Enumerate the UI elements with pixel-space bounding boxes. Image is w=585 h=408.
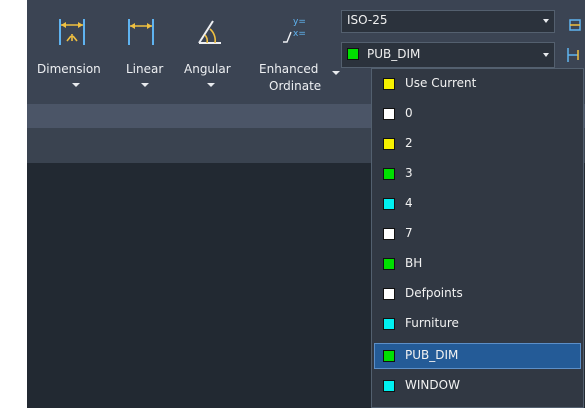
- enhanced-ordinate-tool[interactable]: y= x= Enhanced Ordinate: [257, 0, 340, 100]
- layer-option[interactable]: Use Current: [374, 71, 581, 97]
- application-window: Dimension Linear Angular y= x= Enhanced …: [27, 0, 585, 408]
- layer-option-label: 4: [405, 196, 413, 210]
- layer-option[interactable]: 4: [374, 191, 581, 217]
- layer-option[interactable]: BH: [374, 251, 581, 277]
- enhanced-label: Enhanced: [259, 62, 319, 76]
- layer-color-swatch: [383, 198, 395, 210]
- ordinate-dimension-icon: y= x=: [283, 17, 306, 43]
- layer-option-selected[interactable]: PUB_DIM: [374, 343, 581, 369]
- chevron-down-icon: [72, 83, 80, 87]
- chevron-down-icon: [141, 83, 149, 87]
- dimension-icon: [59, 19, 85, 45]
- layer-option-label: Defpoints: [405, 286, 463, 300]
- layer-color-swatch: [347, 48, 359, 60]
- layer-value: PUB_DIM: [367, 47, 421, 61]
- dimension-label: Dimension: [37, 62, 101, 76]
- layer-option-label: Furniture: [405, 316, 459, 330]
- layer-option[interactable]: Furniture: [374, 311, 581, 337]
- layer-option-label: WINDOW: [405, 378, 460, 392]
- layer-color-swatch: [383, 288, 395, 300]
- layer-color-swatch: [383, 350, 395, 362]
- layer-color-swatch: [383, 78, 395, 90]
- layer-color-swatch: [383, 138, 395, 150]
- angular-dimension-icon: [198, 20, 221, 44]
- layer-option[interactable]: WINDOW: [374, 373, 581, 399]
- layer-color-swatch: [383, 228, 395, 240]
- layer-option-label: 2: [405, 136, 413, 150]
- layer-option[interactable]: 7: [374, 221, 581, 247]
- layer-option-label: 7: [405, 226, 413, 240]
- angular-dimension-tool[interactable]: Angular: [181, 0, 241, 100]
- layer-color-swatch: [383, 258, 395, 270]
- linear-dimension-tool[interactable]: Linear: [124, 0, 170, 100]
- layer-option[interactable]: 0: [374, 101, 581, 127]
- angular-label: Angular: [184, 62, 231, 76]
- layer-option-label: Use Current: [405, 76, 477, 90]
- layer-option[interactable]: 3: [374, 161, 581, 187]
- layer-option-label: BH: [405, 256, 423, 270]
- chevron-down-icon: [543, 19, 549, 23]
- layer-color-swatch: [383, 108, 395, 120]
- linear-label: Linear: [126, 62, 164, 76]
- layer-dropdown-list: Use Current 0 2 3 4 7 BH Defpoints Furni…: [371, 68, 584, 408]
- dimension-style-select[interactable]: ISO-25: [341, 10, 555, 33]
- layer-color-swatch: [383, 318, 395, 330]
- dimension-tool[interactable]: Dimension: [35, 0, 119, 100]
- linear-dimension-icon: [128, 19, 154, 45]
- svg-text:x=: x=: [293, 29, 306, 39]
- layer-color-swatch: [383, 168, 395, 180]
- layer-option-label: PUB_DIM: [405, 348, 459, 362]
- layer-option-label: 3: [405, 166, 413, 180]
- chevron-down-icon: [543, 53, 549, 57]
- layer-option[interactable]: 2: [374, 131, 581, 157]
- chevron-down-icon: [207, 83, 215, 87]
- layer-option-label: 0: [405, 106, 413, 120]
- ordinate-label: Ordinate: [269, 79, 322, 93]
- layer-select[interactable]: PUB_DIM: [341, 42, 555, 68]
- chevron-down-icon: [332, 71, 340, 75]
- layer-color-swatch: [383, 380, 395, 392]
- svg-text:y=: y=: [293, 17, 306, 27]
- dimension-style-value: ISO-25: [347, 13, 388, 27]
- layer-option[interactable]: Defpoints: [374, 281, 581, 307]
